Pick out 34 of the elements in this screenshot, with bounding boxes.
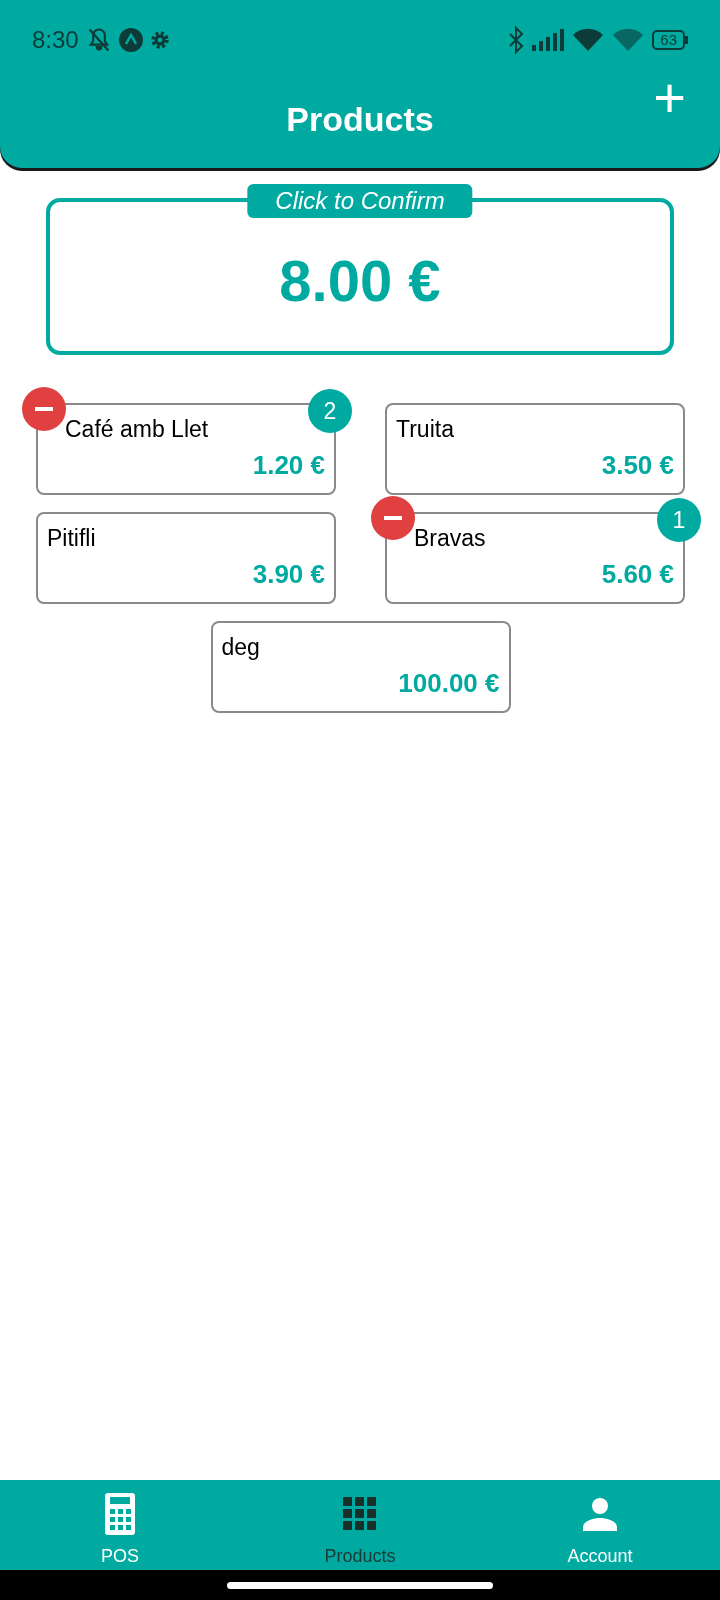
product-price: 3.50 €: [601, 449, 674, 481]
product-price: 3.90 €: [252, 558, 325, 590]
product-price: 100.00 €: [398, 667, 500, 699]
remove-button[interactable]: [22, 387, 66, 431]
confirm-label: Click to Confirm: [247, 184, 473, 218]
product-card[interactable]: Pitifli 3.90 €: [36, 512, 336, 604]
minus-icon: [384, 516, 402, 520]
app-logo-icon: [118, 28, 143, 52]
nav-tab[interactable]: Products: [240, 1480, 480, 1570]
product-price: 1.20 €: [252, 449, 325, 481]
product-name: Truita: [396, 415, 454, 443]
count-badge: 1: [657, 498, 701, 542]
calculator-icon: [105, 1492, 135, 1535]
signal-icon: [532, 29, 565, 51]
wifi-icon: [572, 27, 605, 53]
minus-icon: [35, 407, 53, 411]
page-title: Products: [286, 98, 434, 140]
remove-button[interactable]: [371, 496, 415, 540]
settings-icon: [148, 29, 171, 51]
grid-icon: [343, 1496, 377, 1531]
person-icon: [583, 1496, 617, 1531]
status-time: 8:30: [32, 25, 79, 55]
wifi-icon: [612, 27, 645, 53]
product-name: deg: [221, 633, 260, 661]
product-card[interactable]: Truita 3.50 €: [385, 403, 685, 495]
count-badge: 2: [308, 389, 352, 433]
bluetooth-icon: [508, 25, 525, 55]
battery-icon: 63: [652, 30, 688, 50]
product-name: Pitifli: [47, 524, 96, 552]
product-name: Café amb Llet: [64, 415, 209, 443]
home-indicator[interactable]: [227, 1581, 493, 1589]
product-price: 5.60 €: [601, 558, 674, 590]
product-card[interactable]: deg 100.00 €: [210, 621, 511, 713]
product-name: Bravas: [413, 524, 486, 552]
